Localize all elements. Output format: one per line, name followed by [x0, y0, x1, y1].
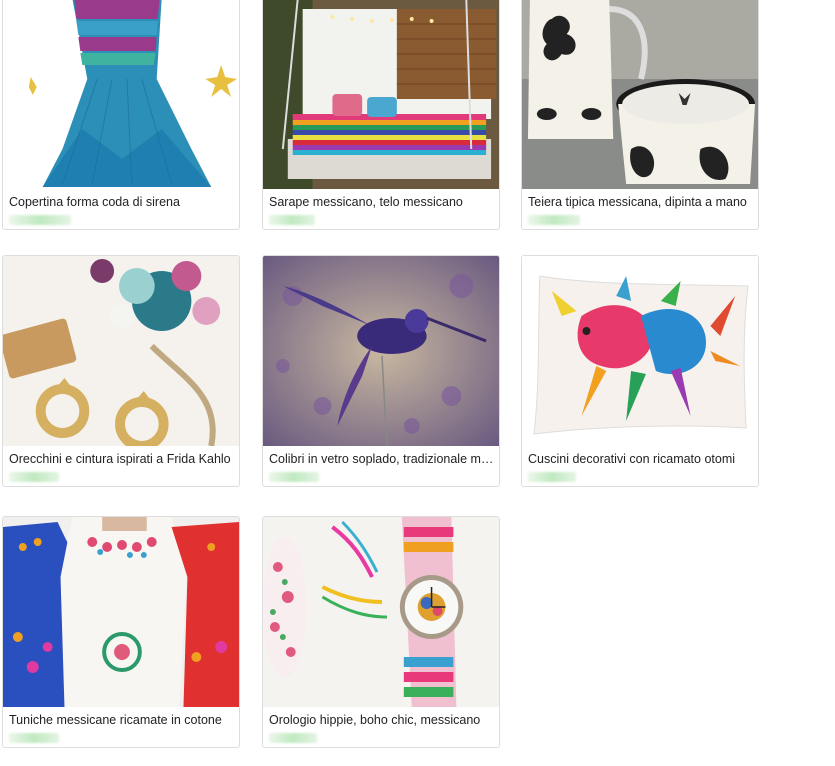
- listing-image-tunics[interactable]: [3, 517, 239, 707]
- listing-title[interactable]: Sarape messicano, telo messicano: [269, 195, 495, 209]
- listing-title[interactable]: Tuniche messicane ricamate in cotone: [9, 713, 235, 727]
- listing-image-watch[interactable]: [263, 517, 499, 707]
- listing-card[interactable]: Copertina forma coda di sirena: [2, 0, 240, 230]
- listing-price: [269, 733, 317, 743]
- listing-title[interactable]: Teiera tipica messicana, dipinta a mano: [528, 195, 754, 209]
- listing-card[interactable]: Colibri in vetro soplado, tradizionale m…: [262, 255, 500, 487]
- listing-title[interactable]: Colibri in vetro soplado, tradizionale m…: [269, 452, 495, 466]
- listing-image-sarape-bed[interactable]: [263, 0, 499, 189]
- listing-price: [269, 472, 319, 482]
- listing-price: [528, 472, 576, 482]
- listing-price: [9, 472, 59, 482]
- listing-card[interactable]: Tuniche messicane ricamate in cotone: [2, 516, 240, 748]
- listing-price: [9, 215, 71, 225]
- listing-title[interactable]: Orecchini e cintura ispirati a Frida Kah…: [9, 452, 235, 466]
- listing-grid: Copertina forma coda di sirena Sarape me…: [0, 0, 835, 766]
- listing-image-teapot[interactable]: [522, 0, 758, 189]
- listing-title[interactable]: Copertina forma coda di sirena: [9, 195, 235, 209]
- listing-image-hummingbird[interactable]: [263, 256, 499, 446]
- listing-price: [528, 215, 580, 225]
- listing-card[interactable]: Orologio hippie, boho chic, messicano: [262, 516, 500, 748]
- listing-price: [9, 733, 59, 743]
- listing-card[interactable]: Orecchini e cintura ispirati a Frida Kah…: [2, 255, 240, 487]
- listing-card[interactable]: Sarape messicano, telo messicano: [262, 0, 500, 230]
- listing-card[interactable]: Cuscini decorativi con ricamato otomi: [521, 255, 759, 487]
- listing-image-earrings[interactable]: [3, 256, 239, 446]
- listing-image-otomi-pillow[interactable]: [522, 256, 758, 446]
- listing-card[interactable]: Teiera tipica messicana, dipinta a mano: [521, 0, 759, 230]
- listing-price: [269, 215, 315, 225]
- listing-title[interactable]: Orologio hippie, boho chic, messicano: [269, 713, 495, 727]
- listing-title[interactable]: Cuscini decorativi con ricamato otomi: [528, 452, 754, 466]
- listing-image-mermaid-blanket[interactable]: [3, 0, 239, 189]
